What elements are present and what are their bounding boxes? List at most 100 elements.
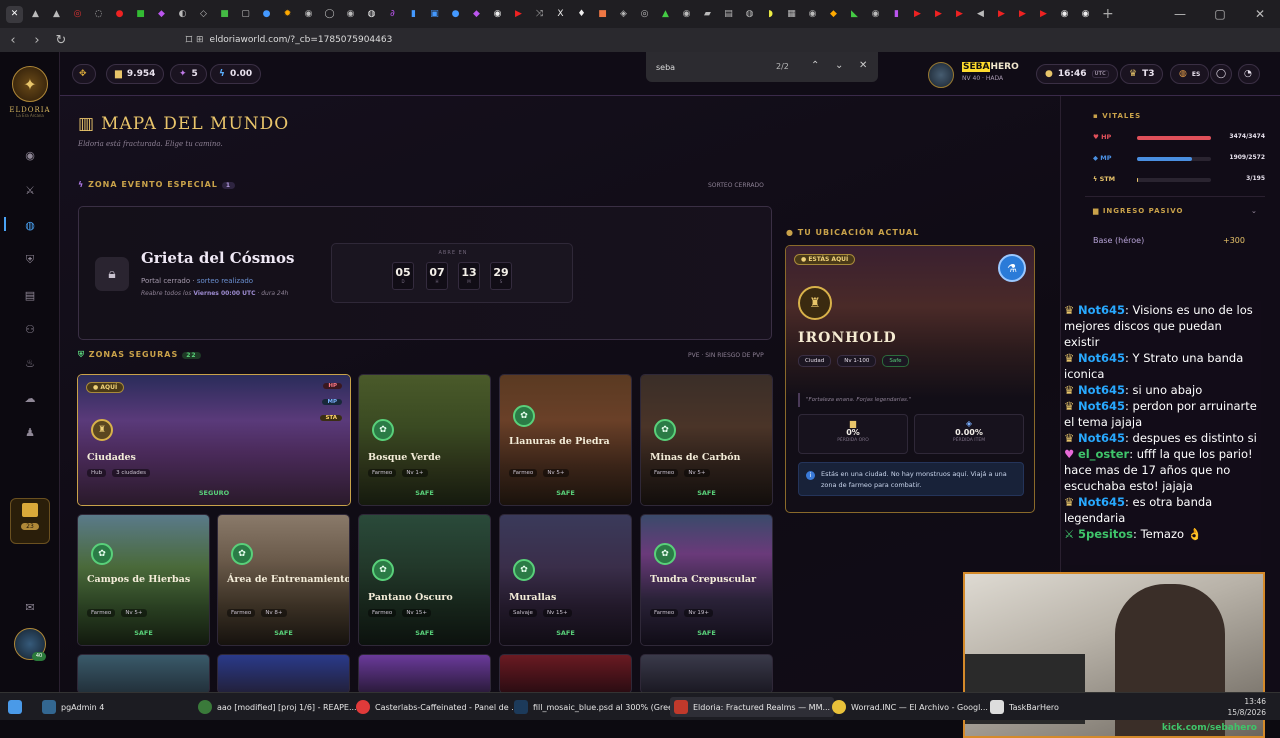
zone-card-tundra-crepuscular[interactable]: ✿ Tundra Crepuscular Farmeo Nv 19+ SAFE xyxy=(640,514,773,646)
zone-card-partial[interactable] xyxy=(217,654,350,692)
taskbar-item-casterlabs[interactable]: Casterlabs-Caffeinated - Panel de ... xyxy=(356,697,519,717)
quest-button[interactable]: 23 xyxy=(10,498,50,544)
guild-nav-icon[interactable]: ⛨ xyxy=(21,251,39,269)
zone-card-area-de-entrenamiento[interactable]: ✿ Área de Entrenamiento Farmeo Nv 8+ SAFE xyxy=(217,514,350,646)
mail-nav-icon[interactable]: ✉ xyxy=(21,598,39,616)
tab-icon[interactable]: ▶ xyxy=(1035,6,1052,23)
tab-icon[interactable]: ▦ xyxy=(783,6,800,23)
tab-icon[interactable]: ▶ xyxy=(510,6,527,23)
tab-icon[interactable]: ⤨ xyxy=(531,6,548,23)
zone-card-partial[interactable] xyxy=(77,654,210,692)
tab-icon[interactable]: ◆ xyxy=(825,6,842,23)
tab-icon[interactable]: ◯ xyxy=(321,6,338,23)
tab-icon[interactable]: ● xyxy=(447,6,464,23)
tier-pill[interactable]: ♛ T3 xyxy=(1120,64,1164,84)
tab-icon[interactable]: ◍ xyxy=(363,6,380,23)
tab-icon[interactable]: ▲ xyxy=(48,6,65,23)
new-tab-icon[interactable]: + xyxy=(1102,6,1114,22)
eldoria-logo[interactable]: ✦ xyxy=(12,66,48,102)
taskbar-item-reaper[interactable]: aao [modified] [proj 1/6] - REAPE... xyxy=(198,697,357,717)
taskbar-item-chrome[interactable]: Worrad.INC — El Archivo - Googl... xyxy=(832,697,988,717)
tab-icon[interactable]: ◎ xyxy=(636,6,653,23)
zone-card-bosque-verde[interactable]: ✿ Bosque Verde Farmeo Nv 1+ SAFE xyxy=(358,374,491,506)
tab-icon[interactable]: ■ xyxy=(594,6,611,23)
tab-icon[interactable]: ◗ xyxy=(762,6,779,23)
event-zone-card[interactable]: 🔒︎ Grieta del Cósmos Portal cerrado · so… xyxy=(78,206,772,340)
tab-icon[interactable]: ◉ xyxy=(678,6,695,23)
messages-button[interactable]: ◯ xyxy=(1210,64,1232,84)
tab-icon[interactable]: ◎ xyxy=(69,6,86,23)
tab-icon[interactable]: ■ xyxy=(216,6,233,23)
find-input[interactable]: seba xyxy=(656,63,675,72)
address-bar[interactable]: ⊞ eldoriaworld.com/?_cb=1785075904463 xyxy=(196,30,836,50)
shop-nav-icon[interactable]: ▤ xyxy=(21,286,39,304)
tab-icon[interactable]: ✹ xyxy=(279,6,296,23)
tab-icon[interactable]: ▶ xyxy=(993,6,1010,23)
zone-card-partial[interactable] xyxy=(358,654,491,692)
tab-icon[interactable]: ◣ xyxy=(846,6,863,23)
tab-icon[interactable]: ● xyxy=(111,6,128,23)
tab-icon[interactable]: ▶ xyxy=(1014,6,1031,23)
tab-icon[interactable]: ◉ xyxy=(489,6,506,23)
tab-icon[interactable]: ◐ xyxy=(174,6,191,23)
tab-icon[interactable]: ◉ xyxy=(804,6,821,23)
tab-icon[interactable]: ◆ xyxy=(153,6,170,23)
fire-nav-icon[interactable]: ♨ xyxy=(21,354,39,372)
tab-icon[interactable]: ◉ xyxy=(1056,6,1073,23)
passive-income-header[interactable]: ▆ INGRESO PASIVO ⌄ xyxy=(1093,207,1257,215)
system-clock[interactable]: 13:46 15/8/2026 xyxy=(1228,696,1266,718)
tab-icon[interactable]: ▣ xyxy=(426,6,443,23)
language-pill[interactable]: ◍ ES xyxy=(1170,64,1210,84)
tab-icon[interactable]: ◉ xyxy=(1077,6,1094,23)
find-prev-icon[interactable]: ⌃ xyxy=(811,60,819,71)
start-button[interactable] xyxy=(8,697,27,717)
tab-icon[interactable]: ◉ xyxy=(342,6,359,23)
find-next-icon[interactable]: ⌄ xyxy=(835,60,843,71)
profile-nav-icon[interactable]: ◉ xyxy=(21,146,39,164)
tab-icon[interactable]: ∂ xyxy=(384,6,401,23)
tab-icon[interactable]: ▶ xyxy=(951,6,968,23)
tab-icon[interactable]: ▰ xyxy=(699,6,716,23)
home-button[interactable]: ✥ xyxy=(72,64,96,84)
tab-icon[interactable]: ■ xyxy=(132,6,149,23)
tab-icon[interactable]: ▤ xyxy=(720,6,737,23)
tab-icon[interactable]: ● xyxy=(258,6,275,23)
tab-icon[interactable]: ♦ xyxy=(573,6,590,23)
user-info[interactable]: SEBAHERO NV 40 · HADA xyxy=(928,60,1038,90)
zone-card-minas-de-carbon[interactable]: ✿ Minas de Carbón Farmeo Nv 5+ SAFE xyxy=(640,374,773,506)
taskbar-item-photoshop[interactable]: fill_mosaic_blue.psd al 300% (Gree... xyxy=(514,697,681,717)
tab-icon[interactable]: ◆ xyxy=(468,6,485,23)
tab-icon[interactable]: ◇ xyxy=(195,6,212,23)
chat-nav-icon[interactable]: ☁ xyxy=(21,389,39,407)
forward-icon[interactable]: › xyxy=(26,33,48,48)
tab-icon[interactable]: ▲ xyxy=(27,6,44,23)
zone-card-pantano-oscuro[interactable]: ✿ Pantano Oscuro Farmeo Nv 15+ SAFE xyxy=(358,514,491,646)
tab-icon[interactable]: ◀ xyxy=(972,6,989,23)
taskbar-item-pgadmin[interactable]: pgAdmin 4 xyxy=(42,697,104,717)
zone-card-partial[interactable] xyxy=(640,654,773,692)
tab-icon[interactable]: ◉ xyxy=(300,6,317,23)
site-info-icon[interactable]: ⊞ xyxy=(196,35,204,45)
back-icon[interactable]: ‹ xyxy=(2,33,24,48)
tab-icon[interactable]: X xyxy=(552,6,569,23)
tab-icon[interactable]: ◌ xyxy=(90,6,107,23)
zone-card-campos-de-hierbas[interactable]: ✿ Campos de Hierbas Farmeo Nv 5+ SAFE xyxy=(77,514,210,646)
zone-card-llanuras-de-piedra[interactable]: ✿ Llanuras de Piedra Farmeo Nv 5+ SAFE xyxy=(499,374,632,506)
tab-icon[interactable]: ▶ xyxy=(930,6,947,23)
find-close-icon[interactable]: ✕ xyxy=(859,60,867,71)
party-nav-icon[interactable]: ⚇ xyxy=(21,320,39,338)
zone-card-ciudades[interactable]: ● AQUÍ HP MP STA ♜ Ciudades Hub 3 ciudade… xyxy=(77,374,351,506)
tab-icon[interactable]: ◈ xyxy=(615,6,632,23)
tab-icon[interactable]: ▶ xyxy=(909,6,926,23)
tab-icon[interactable]: ◉ xyxy=(867,6,884,23)
notifications-button[interactable]: ◔ xyxy=(1238,64,1260,84)
friends-nav-icon[interactable]: ♟ xyxy=(21,423,39,441)
world-map-nav-icon[interactable]: ◍ xyxy=(21,216,39,234)
tab-icon[interactable]: ▮ xyxy=(888,6,905,23)
potion-button[interactable]: ⚗ xyxy=(998,254,1026,282)
tab-icon[interactable]: ▢ xyxy=(237,6,254,23)
close-window-icon[interactable]: ✕ xyxy=(1240,7,1280,21)
tab-icon[interactable]: ◍ xyxy=(741,6,758,23)
minimize-icon[interactable]: — xyxy=(1160,7,1200,21)
reload-icon[interactable]: ↻ xyxy=(50,33,72,48)
